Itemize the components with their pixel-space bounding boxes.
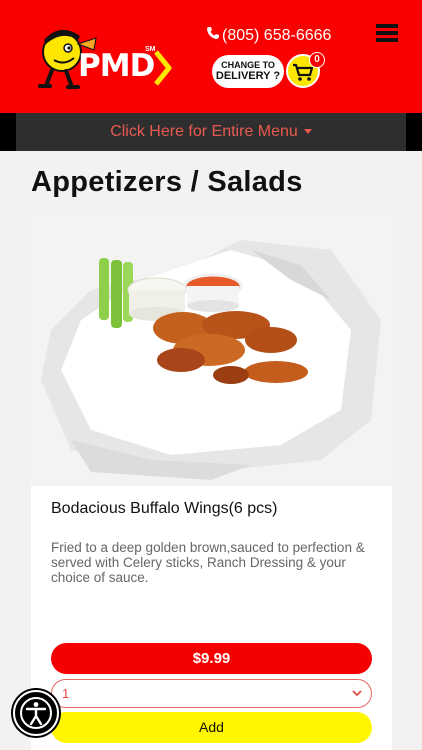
price-button[interactable]: $9.99	[51, 643, 372, 674]
product-card: Bodacious Buffalo Wings(6 pcs) Fried to …	[31, 210, 392, 750]
logo-chevron-icon	[154, 50, 172, 86]
section-title: Appetizers / Salads	[31, 166, 303, 198]
product-image	[31, 210, 392, 486]
cart-count-badge: 0	[309, 52, 325, 68]
product-name: Bodacious Buffalo Wings(6 pcs)	[51, 500, 278, 517]
logo-text: PMD	[78, 48, 155, 84]
accessibility-button[interactable]	[13, 690, 59, 736]
product-description: Fried to a deep golden brown,sauced to p…	[51, 540, 365, 585]
change-to-delivery-button[interactable]: CHANGE TO DELIVERY ?	[212, 55, 284, 88]
hamburger-line	[376, 24, 398, 28]
entire-menu-dropdown[interactable]: Click Here for Entire Menu	[16, 113, 406, 151]
chevron-down-icon	[352, 690, 362, 697]
site-header: PMD SM (805) 658-6666 CHANGE TO DELIVERY…	[0, 0, 422, 113]
caret-down-icon	[303, 129, 312, 135]
entire-menu-label: Click Here for Entire Menu	[110, 123, 298, 140]
wings-photo	[31, 210, 392, 486]
quantity-select[interactable]: 1	[51, 679, 372, 708]
phone-number: (805) 658-6666	[222, 27, 332, 44]
accessibility-icon	[20, 697, 52, 729]
hamburger-line	[376, 31, 398, 35]
pmd-logo[interactable]: PMD SM	[38, 24, 178, 90]
phone-link[interactable]: (805) 658-6666	[206, 26, 331, 45]
add-to-cart-button[interactable]: Add	[51, 712, 372, 743]
phone-icon	[206, 26, 220, 45]
menu-bar-wrapper: Click Here for Entire Menu	[0, 113, 422, 151]
hamburger-icon[interactable]	[376, 24, 398, 42]
quantity-value: 1	[62, 686, 70, 701]
hamburger-line	[376, 38, 398, 42]
delivery-line2: DELIVERY ?	[215, 70, 281, 82]
